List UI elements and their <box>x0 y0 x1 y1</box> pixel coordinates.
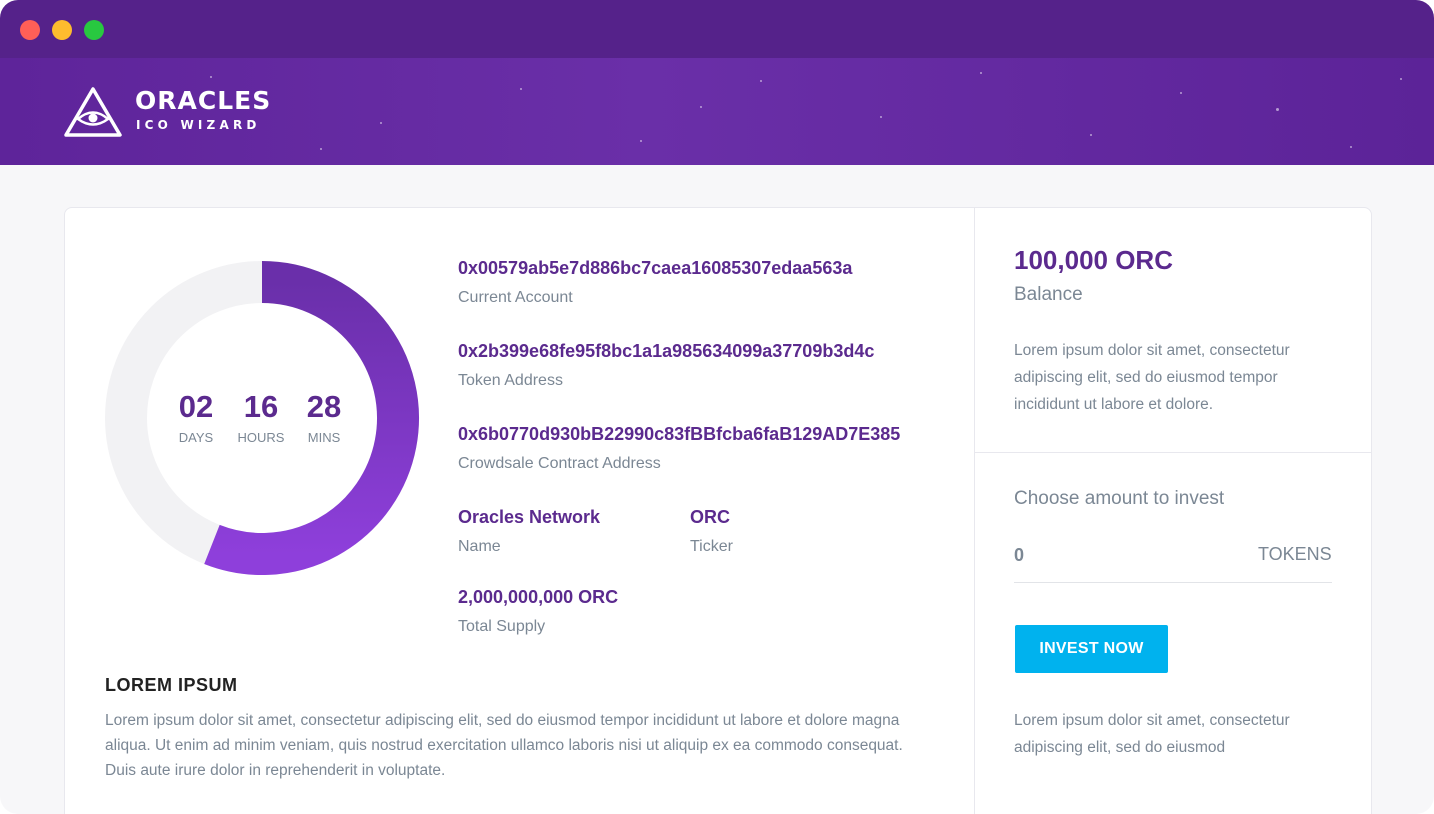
invest-amount-label: Choose amount to invest <box>1014 488 1225 509</box>
ticker-label: Ticker <box>690 538 733 555</box>
token-address-value: 0x2b399e68fe95f8bc1a1a985634099a37709b3d… <box>458 341 875 361</box>
sidebar-divider <box>975 452 1371 453</box>
crowdsale-address-label: Crowdsale Contract Address <box>458 455 661 472</box>
balance-label: Balance <box>1014 284 1083 305</box>
crowdsale-address-value: 0x6b0770d930bB22990c83fBBfcba6faB129AD7E… <box>458 424 901 444</box>
invest-now-button[interactable]: INVEST NOW <box>1015 625 1168 673</box>
eye-triangle-icon[interactable] <box>63 86 123 138</box>
countdown-mins: 28 <box>306 389 342 424</box>
current-account-value: 0x00579ab5e7d886bc7caea16085307edaa563a <box>458 258 853 278</box>
current-account-label: Current Account <box>458 289 573 306</box>
maximize-window-button[interactable] <box>84 20 104 40</box>
card-divider <box>974 207 975 814</box>
balance-value: 100,000 ORC <box>1014 245 1173 275</box>
ticker-value: ORC <box>690 507 730 527</box>
invest-footer-text: Lorem ipsum dolor sit amet, consectetur … <box>1014 712 1290 756</box>
token-name-value: Oracles Network <box>458 507 601 527</box>
token-name-label: Name <box>458 538 501 555</box>
logo-title: ORACLES <box>135 86 272 115</box>
description-title: LOREM IPSUM <box>105 675 238 695</box>
tokens-unit-label: TOKENS <box>1258 544 1332 564</box>
minimize-window-button[interactable] <box>52 20 72 40</box>
browser-window: ORACLES ICO WIZARD 02 DAYS 16 HOURS 28 M… <box>0 0 1434 814</box>
total-supply-label: Total Supply <box>458 618 546 635</box>
balance-description: Lorem ipsum dolor sit amet, consectetur … <box>1014 342 1290 413</box>
close-window-button[interactable] <box>20 20 40 40</box>
site-header: ORACLES ICO WIZARD <box>0 58 1434 165</box>
amount-input-underline <box>1014 582 1332 583</box>
description-body: Lorem ipsum dolor sit amet, consectetur … <box>105 712 903 779</box>
total-supply-value: 2,000,000,000 ORC <box>458 587 619 607</box>
logo-subtitle: ICO WIZARD <box>136 118 261 132</box>
token-address-label: Token Address <box>458 372 563 389</box>
countdown-mins-label: MINS <box>307 430 341 445</box>
invest-amount-input[interactable] <box>1014 540 1214 570</box>
window-titlebar <box>0 0 1434 58</box>
